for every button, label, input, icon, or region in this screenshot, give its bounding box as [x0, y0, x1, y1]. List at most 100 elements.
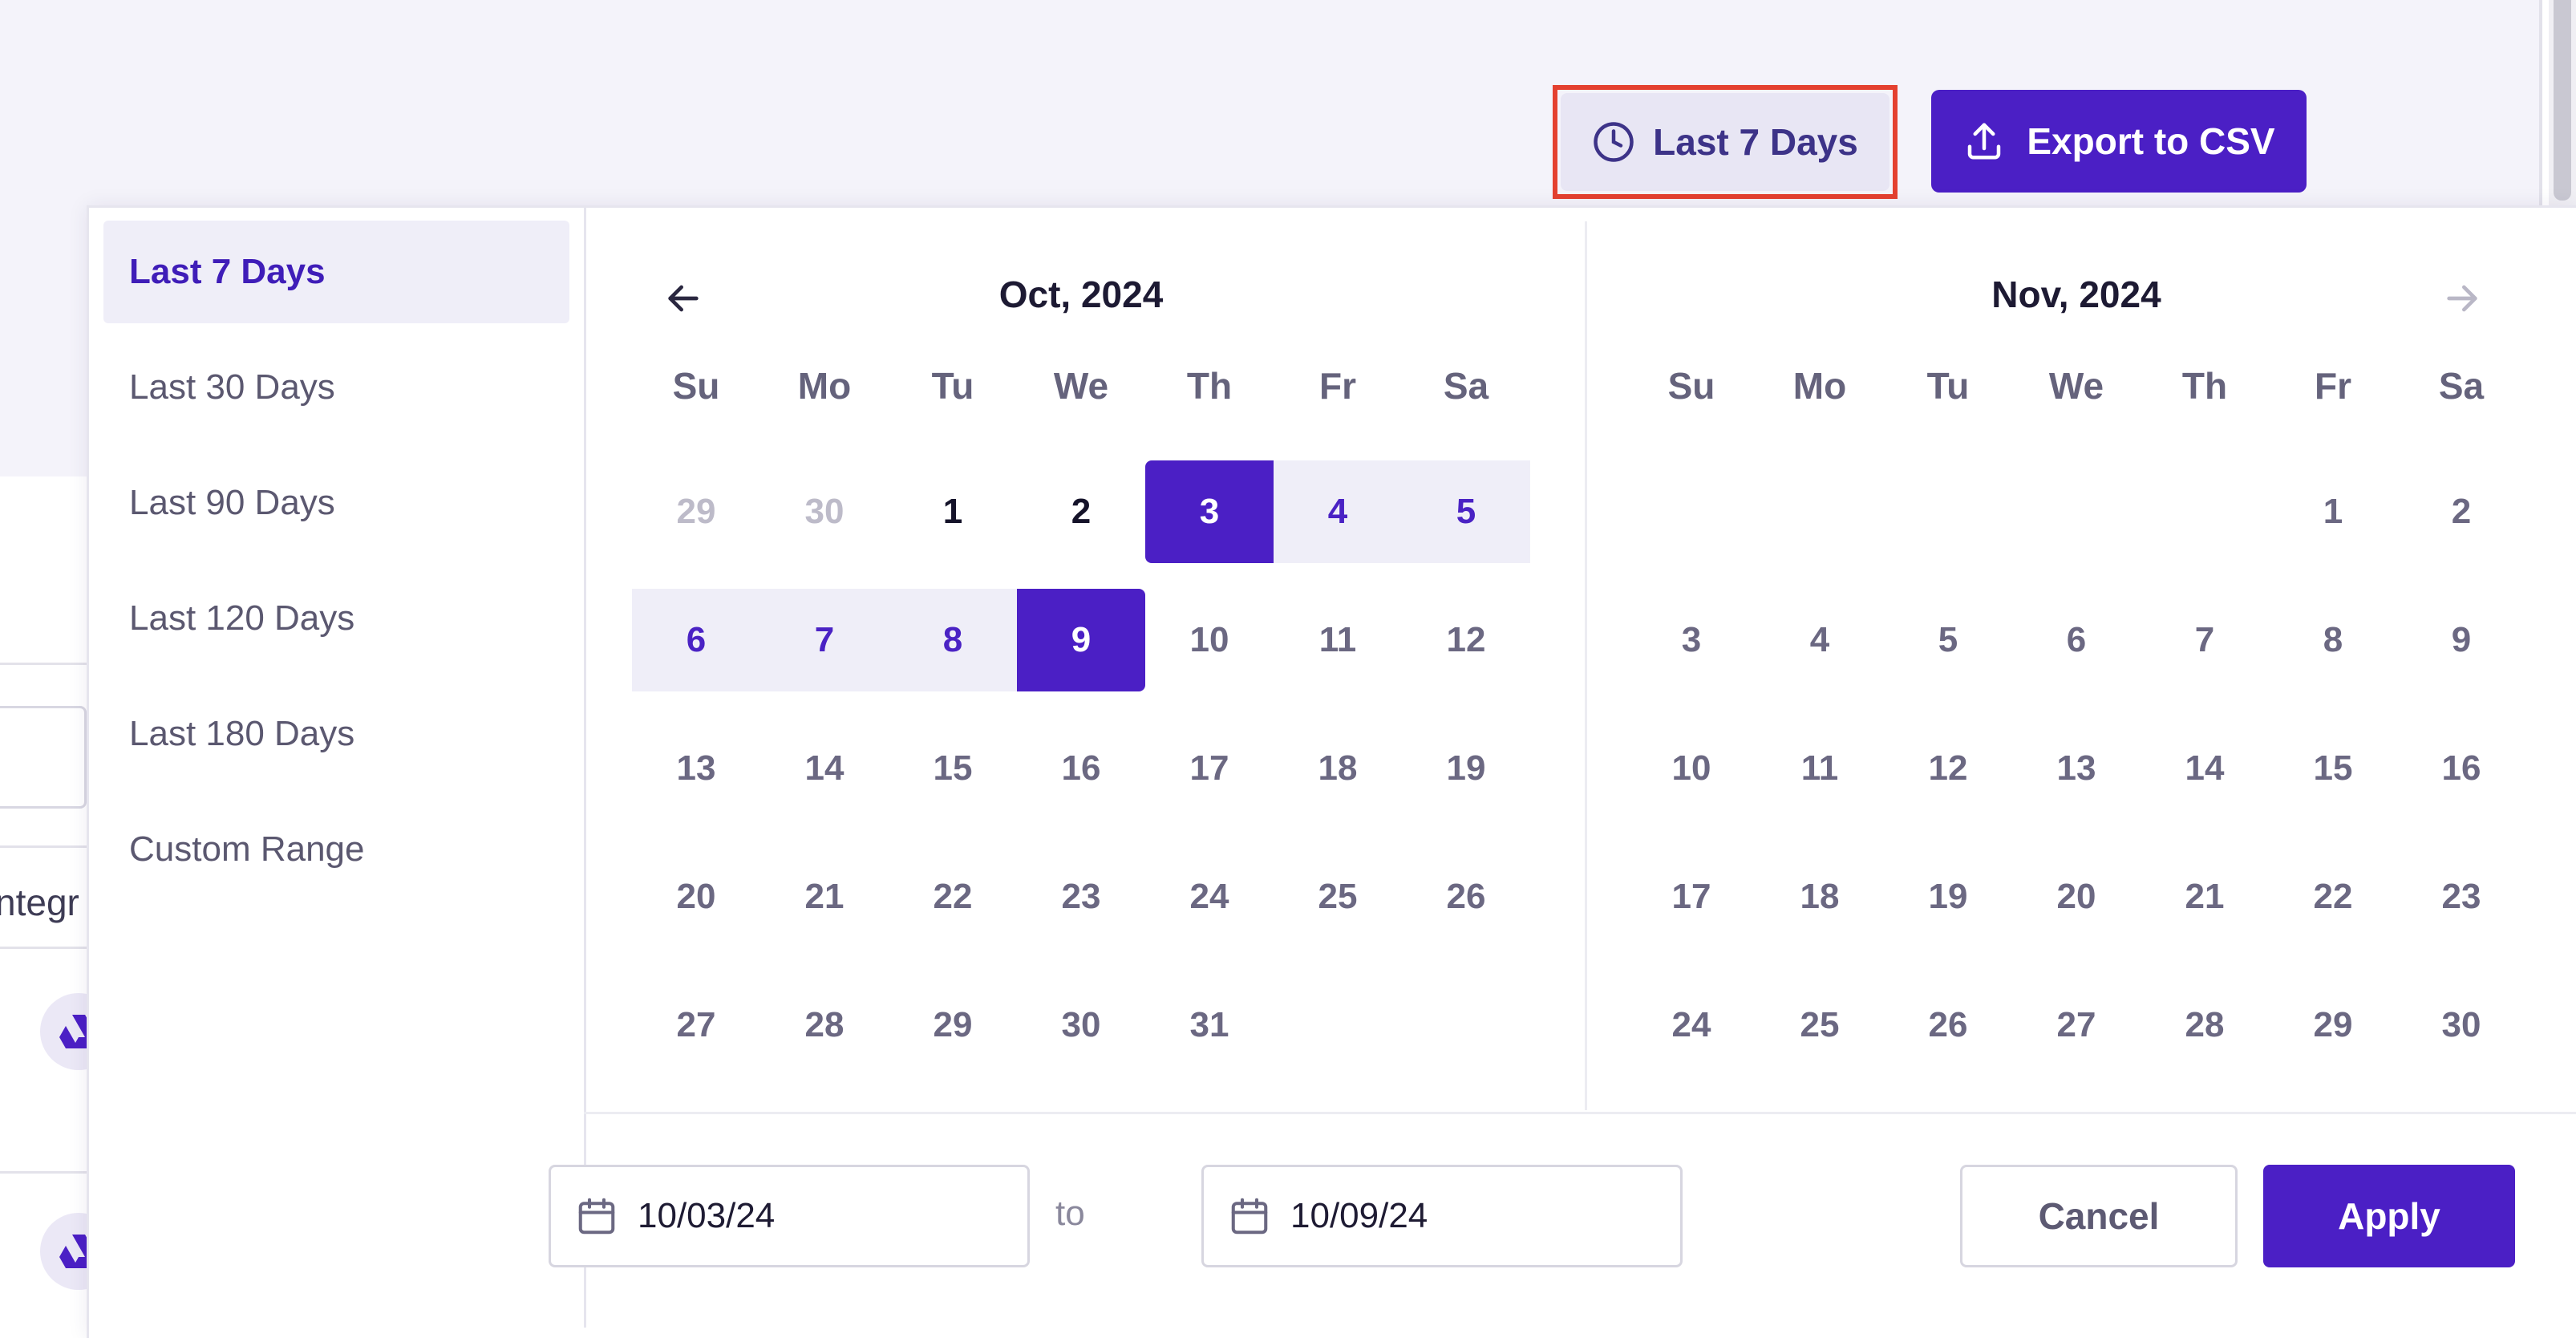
day-cell[interactable]: 12	[1884, 717, 2012, 820]
month-title: Nov, 2024	[1991, 274, 2161, 315]
day-cell[interactable]: 27	[2012, 974, 2141, 1076]
day-cell[interactable]: 20	[632, 845, 760, 948]
day-cell[interactable]: 17	[1627, 845, 1756, 948]
day-cell[interactable]: 18	[1756, 845, 1884, 948]
day-cell[interactable]: 28	[760, 974, 889, 1076]
day-cell[interactable]: 8	[889, 589, 1017, 691]
day-cell[interactable]: 8	[2269, 589, 2397, 691]
day-cell[interactable]: 31	[1145, 974, 1274, 1076]
day-cell[interactable]: 13	[2012, 717, 2141, 820]
day-cell[interactable]: 28	[2141, 974, 2269, 1076]
preset-option[interactable]: Last 7 Days	[103, 221, 569, 323]
apply-button[interactable]: Apply	[2263, 1165, 2515, 1267]
preset-option[interactable]: Last 90 Days	[103, 452, 569, 554]
day-cell[interactable]: 15	[2269, 717, 2397, 820]
day-cell[interactable]: 30	[2397, 974, 2525, 1076]
day-cell[interactable]: 10	[1627, 717, 1756, 820]
clock-icon	[1592, 120, 1635, 164]
weekday-label: Sa	[2438, 365, 2485, 407]
day-cell[interactable]: 11	[1756, 717, 1884, 820]
weekday-label: Su	[672, 365, 720, 407]
preset-option[interactable]: Custom Range	[103, 798, 569, 901]
day-cell[interactable]: 2	[1017, 460, 1145, 563]
day-cell[interactable]: 22	[2269, 845, 2397, 948]
day-cell[interactable]: 6	[632, 589, 760, 691]
day-cell[interactable]: 4	[1756, 589, 1884, 691]
scrollbar-thumb[interactable]	[2554, 0, 2571, 201]
weekday-label: Th	[2181, 365, 2228, 407]
day-cell[interactable]: 29	[632, 460, 760, 563]
preset-option[interactable]: Last 180 Days	[103, 683, 569, 785]
weekday-header: Su Mo Tu We Th Fr Sa	[1627, 364, 2525, 407]
cancel-button[interactable]: Cancel	[1960, 1165, 2238, 1267]
day-cell[interactable]: 4	[1274, 460, 1402, 563]
day-cell[interactable]: 5	[1884, 589, 2012, 691]
background-search-input[interactable]	[0, 706, 87, 809]
day-cell[interactable]: 24	[1145, 845, 1274, 948]
day-cell[interactable]: 17	[1145, 717, 1274, 820]
day-cell[interactable]: 3	[1145, 460, 1274, 563]
day-cell[interactable]: 19	[1884, 845, 2012, 948]
day-cell[interactable]: 1	[889, 460, 1017, 563]
week-row: 20 21 22 23 24 25 26	[632, 845, 1530, 948]
date-range-button-body[interactable]: Last 7 Days	[1561, 93, 1889, 191]
day-cell[interactable]: 21	[760, 845, 889, 948]
day-cell[interactable]: 10	[1145, 589, 1274, 691]
day-cell[interactable]: 3	[1627, 589, 1756, 691]
day-cell[interactable]: 20	[2012, 845, 2141, 948]
day-cell[interactable]: 26	[1884, 974, 2012, 1076]
weekday-header: Su Mo Tu We Th Fr Sa	[632, 364, 1530, 407]
export-csv-label: Export to CSV	[2027, 120, 2275, 162]
preset-option[interactable]: Last 120 Days	[103, 567, 569, 670]
day-cell[interactable]: 29	[2269, 974, 2397, 1076]
export-csv-button[interactable]: Export to CSV	[1931, 90, 2307, 193]
upload-icon	[1962, 120, 2006, 163]
day-cell[interactable]: 9	[2397, 589, 2525, 691]
preset-option[interactable]: Last 30 Days	[103, 336, 569, 439]
scrollbar[interactable]	[2549, 0, 2576, 209]
day-cell[interactable]: 22	[889, 845, 1017, 948]
day-cell[interactable]: 7	[2141, 589, 2269, 691]
day-cell[interactable]: 2	[2397, 460, 2525, 563]
page-divider	[2539, 0, 2542, 209]
day-cell[interactable]: 9	[1017, 589, 1145, 691]
day-cell[interactable]: 23	[2397, 845, 2525, 948]
day-cell[interactable]: 25	[1756, 974, 1884, 1076]
day-cell[interactable]: 1	[2269, 460, 2397, 563]
day-cell[interactable]: 18	[1274, 717, 1402, 820]
day-cell[interactable]: 29	[889, 974, 1017, 1076]
day-cell[interactable]: 21	[2141, 845, 2269, 948]
day-cell[interactable]: 23	[1017, 845, 1145, 948]
end-date-input[interactable]: 10/09/24	[1201, 1165, 1683, 1267]
day-cell[interactable]: 30	[760, 460, 889, 563]
day-cell[interactable]: 15	[889, 717, 1017, 820]
day-cell[interactable]: 7	[760, 589, 889, 691]
day-cell[interactable]: 27	[632, 974, 760, 1076]
week-row: 29 30 1 2 3 4 5	[632, 460, 1530, 563]
date-range-button[interactable]: Last 7 Days	[1553, 85, 1898, 199]
month-title: Oct, 2024	[998, 274, 1164, 315]
week-row: 24 25 26 27 28 29 30	[1627, 974, 2525, 1076]
day-cell[interactable]: 12	[1402, 589, 1530, 691]
day-cell[interactable]: 16	[2397, 717, 2525, 820]
day-cell[interactable]: 5	[1402, 460, 1530, 563]
day-cell[interactable]: 24	[1627, 974, 1756, 1076]
day-cell[interactable]: 19	[1402, 717, 1530, 820]
weekday-label: We	[2048, 365, 2104, 407]
day-cell[interactable]: 13	[632, 717, 760, 820]
day-cell[interactable]: 14	[2141, 717, 2269, 820]
day-cell[interactable]: 25	[1274, 845, 1402, 948]
day-cell[interactable]: 16	[1017, 717, 1145, 820]
weekday-label: Tu	[931, 365, 974, 407]
start-date-input[interactable]: 10/03/24	[549, 1165, 1030, 1267]
day-cell[interactable]: 6	[2012, 589, 2141, 691]
calendar-icon	[575, 1194, 618, 1238]
day-cell[interactable]: 14	[760, 717, 889, 820]
week-row: 27 28 29 30 31	[632, 974, 1530, 1076]
day-cell[interactable]: 26	[1402, 845, 1530, 948]
day-cell[interactable]: 30	[1017, 974, 1145, 1076]
day-cell[interactable]: 11	[1274, 589, 1402, 691]
preset-list: Last 7 Days Last 30 Days Last 90 Days Last …	[89, 208, 586, 1328]
month-divider	[1585, 221, 1587, 1110]
table-divider	[0, 845, 88, 848]
